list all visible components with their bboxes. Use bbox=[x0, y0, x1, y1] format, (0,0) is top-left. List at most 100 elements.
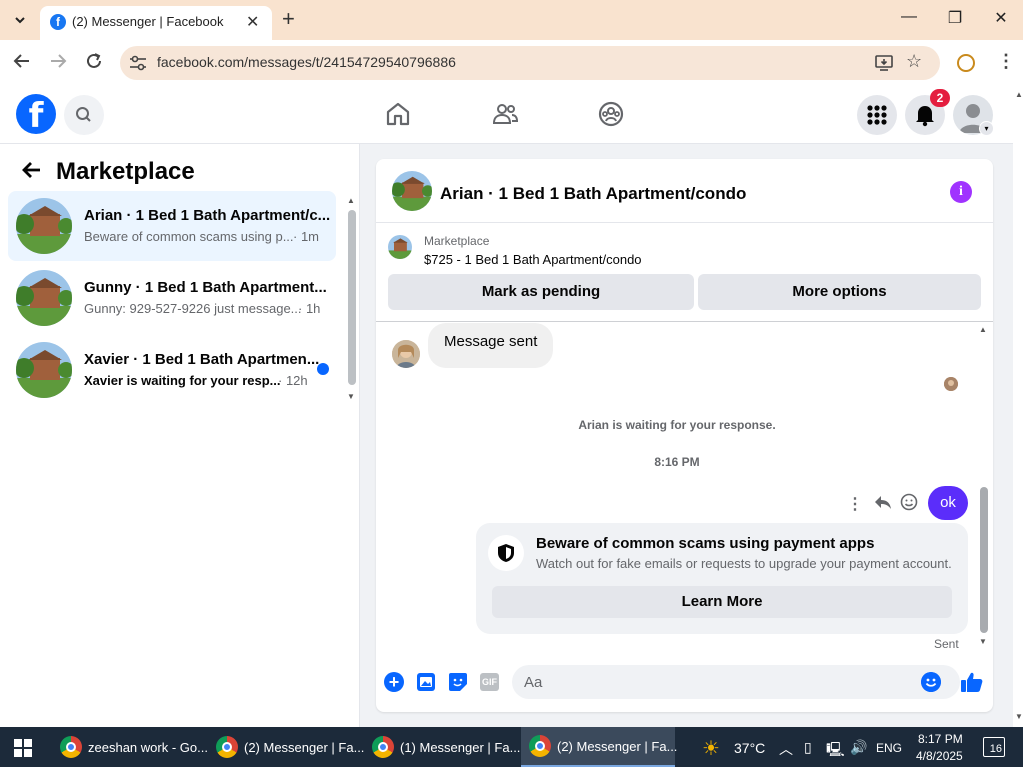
chat-header-thumbnail[interactable] bbox=[392, 171, 432, 211]
info-icon[interactable]: i bbox=[950, 181, 972, 203]
scroll-down-arrow-icon[interactable]: ▼ bbox=[979, 637, 987, 646]
facebook-logo-icon[interactable]: f bbox=[16, 94, 56, 136]
chevron-down-icon[interactable]: ▾ bbox=[979, 121, 994, 136]
show-hidden-icons-chevron-up-icon[interactable]: ︿ bbox=[779, 739, 793, 759]
sender-avatar[interactable] bbox=[392, 340, 420, 368]
facebook-favicon-icon: f bbox=[50, 14, 66, 30]
weather-temperature[interactable]: 37°C bbox=[734, 740, 765, 756]
taskbar-item-messenger-1[interactable]: (2) Messenger | Fa... bbox=[208, 727, 364, 767]
conversation-title: Arian · 1 Bed 1 Bath Apartment/c... bbox=[84, 207, 331, 224]
photo-gallery-icon[interactable] bbox=[416, 672, 436, 692]
listing-thumbnail[interactable] bbox=[388, 235, 412, 259]
site-info-icon[interactable] bbox=[128, 54, 148, 72]
volume-icon[interactable]: 🔊 bbox=[850, 739, 867, 756]
conversation-time: · 12h bbox=[278, 373, 308, 388]
language-indicator[interactable]: ENG bbox=[876, 741, 902, 755]
waiting-for-response-text: Arian is waiting for your response. bbox=[578, 418, 776, 432]
new-tab-plus-icon[interactable]: + bbox=[282, 8, 295, 30]
emoji-icon[interactable] bbox=[921, 672, 941, 692]
listing-thumbnail bbox=[16, 342, 72, 398]
page-scrollbar[interactable]: ▲ ▼ bbox=[1013, 86, 1023, 727]
scam-warning-title: Beware of common scams using payment app… bbox=[536, 535, 875, 552]
url-text: facebook.com/messages/t/2415472954079688… bbox=[157, 54, 456, 70]
conversation-list-panel: Marketplace Arian · 1 Bed 1 Bath Apartme… bbox=[0, 144, 360, 727]
taskbar-item-zeeshan-work[interactable]: zeeshan work - Go... bbox=[52, 727, 208, 767]
conversation-preview: Gunny: 929-527-9226 just message... bbox=[84, 301, 302, 316]
home-icon[interactable] bbox=[384, 100, 412, 128]
mark-as-pending-button[interactable]: Mark as pending bbox=[388, 274, 694, 310]
window-close-icon[interactable]: ✕ bbox=[978, 8, 1023, 32]
chrome-icon bbox=[529, 735, 551, 757]
conversation-list-scrollbar[interactable] bbox=[348, 210, 356, 385]
friends-icon[interactable] bbox=[491, 100, 519, 128]
maximize-icon[interactable]: ❐ bbox=[932, 8, 978, 32]
chrome-icon bbox=[216, 736, 238, 758]
more-attachments-plus-icon[interactable]: + bbox=[384, 672, 404, 692]
facebook-top-nav: f bbox=[0, 86, 1013, 144]
thumbs-up-like-icon[interactable] bbox=[960, 670, 984, 694]
tablet-icon[interactable]: ▯ bbox=[804, 739, 812, 756]
address-bar[interactable]: facebook.com/messages/t/2415472954079688… bbox=[120, 46, 940, 80]
scroll-down-arrow-icon[interactable]: ▼ bbox=[347, 392, 355, 401]
gif-icon[interactable]: GIF bbox=[480, 673, 499, 691]
actions-divider bbox=[376, 321, 993, 322]
browser-toolbar: facebook.com/messages/t/2415472954079688… bbox=[0, 40, 1023, 86]
scam-warning-description: Watch out for fake emails or requests to… bbox=[536, 556, 952, 571]
groups-icon[interactable] bbox=[597, 100, 625, 128]
message-input[interactable] bbox=[512, 665, 960, 699]
listing-thumbnail bbox=[16, 198, 72, 254]
weather-icon[interactable]: ☀ bbox=[702, 736, 720, 761]
scam-warning-card: Beware of common scams using payment app… bbox=[476, 523, 968, 634]
notification-badge: 2 bbox=[930, 89, 950, 107]
conversation-item-arian[interactable]: Arian · 1 Bed 1 Bath Apartment/c... Bewa… bbox=[8, 191, 336, 261]
received-message-bubble[interactable]: Message sent bbox=[428, 323, 554, 368]
chat-title[interactable]: Arian · 1 Bed 1 Bath Apartment/condo bbox=[440, 184, 746, 204]
back-arrow-icon[interactable] bbox=[22, 160, 42, 186]
smiley-react-icon[interactable] bbox=[900, 493, 918, 511]
clock-date[interactable]: 4/8/2025 bbox=[916, 749, 963, 763]
bookmark-star-icon[interactable]: ☆ bbox=[906, 51, 922, 72]
clock-time[interactable]: 8:17 PM bbox=[918, 732, 963, 746]
windows-start-icon[interactable] bbox=[14, 739, 32, 757]
scroll-up-arrow-icon[interactable]: ▲ bbox=[979, 325, 987, 334]
browser-menu-icon[interactable]: ⋮ bbox=[997, 51, 1015, 72]
sent-message-bubble[interactable]: ok bbox=[928, 486, 968, 520]
menu-button[interactable] bbox=[857, 95, 897, 135]
conversation-item-xavier[interactable]: Xavier · 1 Bed 1 Bath Apartmen... Xavier… bbox=[8, 335, 336, 405]
search-icon bbox=[76, 107, 91, 122]
header-divider bbox=[376, 222, 993, 223]
taskbar-item-messenger-3[interactable]: (2) Messenger | Fa... bbox=[521, 727, 678, 767]
unread-dot-icon bbox=[317, 363, 329, 375]
listing-description[interactable]: $725 - 1 Bed 1 Bath Apartment/condo bbox=[424, 252, 642, 267]
minimize-icon[interactable]: — bbox=[886, 8, 932, 32]
chat-window: Arian · 1 Bed 1 Bath Apartment/condo i M… bbox=[376, 159, 993, 712]
reply-icon[interactable] bbox=[873, 493, 893, 511]
notification-center-icon[interactable]: 16 bbox=[983, 737, 1005, 757]
panel-title: Marketplace bbox=[56, 158, 195, 185]
network-icon[interactable]: 🖳 bbox=[826, 739, 845, 763]
browser-tab-active[interactable]: f (2) Messenger | Facebook ✕ bbox=[40, 6, 272, 40]
conversation-item-gunny[interactable]: Gunny · 1 Bed 1 Bath Apartment... Gunny:… bbox=[8, 263, 336, 333]
chevron-down-icon bbox=[15, 17, 25, 24]
more-actions-icon[interactable]: ⋮ bbox=[847, 494, 863, 514]
tab-search-dropdown[interactable] bbox=[8, 8, 32, 32]
tab-title: (2) Messenger | Facebook bbox=[72, 14, 224, 29]
search-button[interactable] bbox=[64, 95, 104, 135]
listing-thumbnail bbox=[16, 270, 72, 326]
chat-scrollbar[interactable] bbox=[980, 487, 988, 633]
browser-profile-icon[interactable] bbox=[957, 54, 975, 72]
taskbar-item-messenger-2[interactable]: (1) Messenger | Fa... bbox=[364, 727, 520, 767]
close-tab-icon[interactable]: ✕ bbox=[246, 12, 259, 32]
back-icon[interactable] bbox=[13, 52, 31, 75]
more-options-button[interactable]: More options bbox=[698, 274, 981, 310]
conversation-preview: Xavier is waiting for your resp... bbox=[84, 373, 281, 388]
taskbar-item-label: (2) Messenger | Fa... bbox=[557, 738, 678, 754]
forward-icon[interactable] bbox=[49, 52, 67, 75]
install-app-icon[interactable] bbox=[874, 53, 894, 73]
scroll-up-arrow-icon[interactable]: ▲ bbox=[347, 196, 355, 205]
conversation-time: · 1h bbox=[298, 301, 321, 316]
learn-more-button[interactable]: Learn More bbox=[492, 586, 952, 618]
reload-icon[interactable] bbox=[85, 52, 103, 75]
sticker-icon[interactable] bbox=[448, 672, 468, 692]
sent-status-text: Sent bbox=[934, 637, 959, 651]
